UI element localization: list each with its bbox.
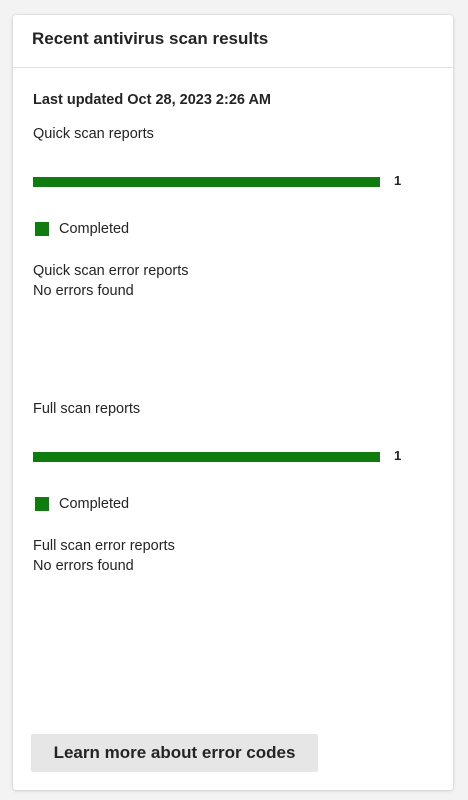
quick-scan-heading: Quick scan reports — [33, 126, 154, 142]
last-updated-text: Last updated Oct 28, 2023 2:26 AM — [33, 92, 271, 108]
quick-scan-error-text: No errors found — [33, 283, 134, 299]
learn-more-error-codes-button[interactable]: Learn more about error codes — [31, 734, 318, 772]
full-scan-bar: 1 — [33, 447, 433, 467]
full-scan-legend-label: Completed — [59, 496, 130, 512]
full-scan-error-heading: Full scan error reports — [33, 538, 175, 554]
full-scan-bar-value: 1 — [394, 448, 402, 463]
full-scan-error-text: No errors found — [33, 558, 134, 574]
quick-scan-error-heading: Quick scan error reports — [33, 263, 189, 279]
scan-results-card: Recent antivirus scan results Last updat… — [13, 15, 453, 790]
quick-scan-bar-fill — [33, 177, 380, 187]
full-scan-heading: Full scan reports — [33, 401, 141, 417]
quick-scan-bar: 1 — [33, 172, 433, 192]
full-scan-bar-fill — [33, 452, 380, 462]
completed-swatch-icon — [35, 497, 49, 511]
card-header: Recent antivirus scan results — [13, 15, 453, 68]
quick-scan-legend: Completed — [35, 219, 129, 239]
completed-swatch-icon — [35, 222, 49, 236]
quick-scan-bar-value: 1 — [394, 173, 402, 188]
quick-scan-legend-label: Completed — [59, 221, 130, 237]
card-title: Recent antivirus scan results — [32, 29, 269, 48]
full-scan-bar-track — [33, 452, 380, 462]
quick-scan-bar-track — [33, 177, 380, 187]
full-scan-legend: Completed — [35, 494, 129, 514]
